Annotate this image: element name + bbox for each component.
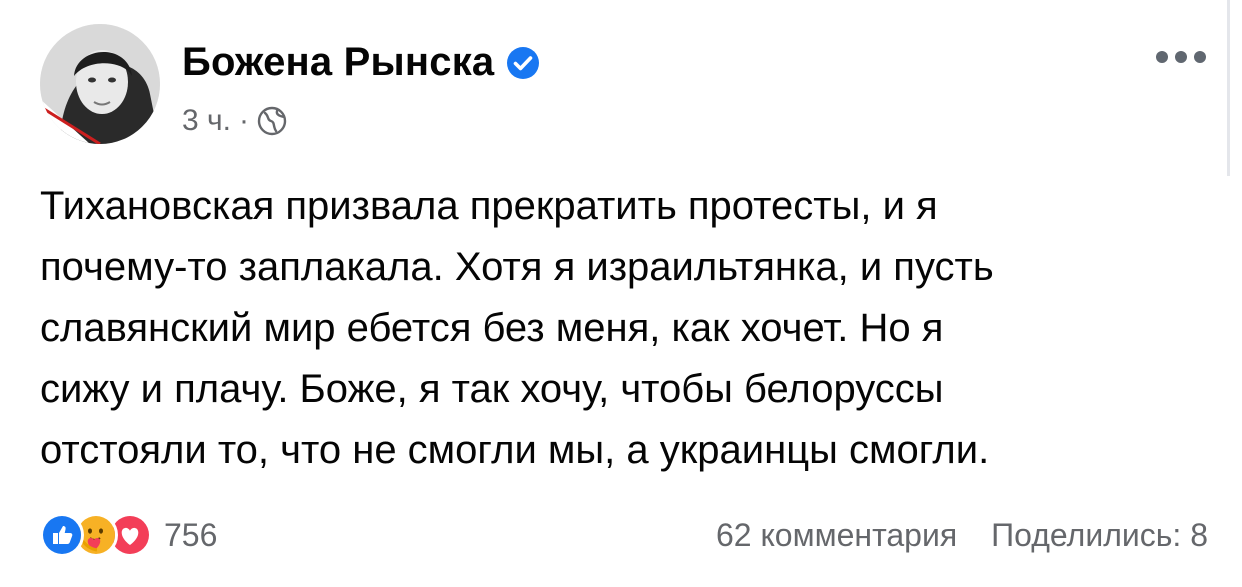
verified-badge-icon bbox=[507, 46, 540, 79]
globe-icon[interactable] bbox=[257, 106, 287, 136]
more-dot-icon bbox=[1175, 51, 1187, 63]
author-name[interactable]: Божена Рынска bbox=[182, 40, 494, 85]
scrollbar[interactable] bbox=[1227, 0, 1230, 176]
post-meta: 3 ч. · bbox=[182, 104, 287, 138]
post-timestamp[interactable]: 3 ч. bbox=[182, 104, 231, 138]
comments-count-link[interactable]: 62 комментария bbox=[716, 517, 957, 554]
avatar-photo-icon bbox=[40, 24, 160, 144]
post-footer: 756 62 комментария Поделились: 8 bbox=[40, 510, 1208, 560]
like-icon bbox=[40, 513, 84, 557]
reactions-summary[interactable]: 756 bbox=[40, 513, 217, 557]
post-text: Тихановская призвала прекратить протесты… bbox=[40, 184, 994, 472]
meta-separator: · bbox=[238, 104, 249, 137]
more-dot-icon bbox=[1156, 51, 1168, 63]
shares-count-link[interactable]: Поделились: 8 bbox=[991, 517, 1208, 554]
facebook-post: Божена Рынска 3 ч. · Тихановская призвал… bbox=[0, 0, 1242, 587]
author-name-row: Божена Рынска bbox=[182, 40, 540, 85]
more-dot-icon bbox=[1194, 51, 1206, 63]
more-options-button[interactable] bbox=[1146, 42, 1216, 72]
author-avatar[interactable] bbox=[40, 24, 160, 144]
post-stats: 62 комментария Поделились: 8 bbox=[716, 517, 1208, 554]
reaction-count: 756 bbox=[164, 516, 218, 553]
